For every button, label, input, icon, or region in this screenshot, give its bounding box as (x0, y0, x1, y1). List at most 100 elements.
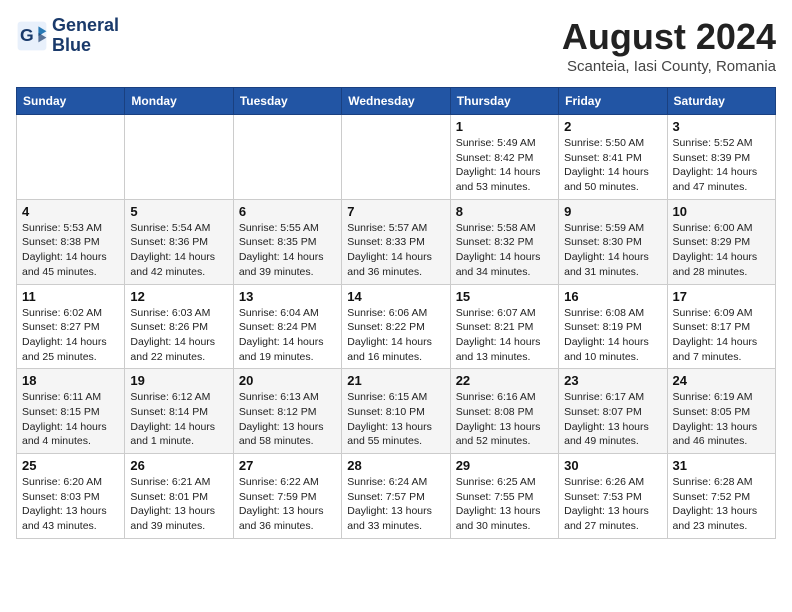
calendar-cell: 10 Sunrise: 6:00 AM Sunset: 8:29 PM Dayli… (667, 199, 775, 284)
weekday-header-thursday: Thursday (450, 88, 558, 115)
calendar-cell: 23Sunrise: 6:17 AM Sunset: 8:07 PM Dayli… (559, 369, 667, 454)
day-number: 31 (673, 458, 770, 473)
calendar-cell: 21 Sunrise: 6:15 AM Sunset: 8:10 PM Dayli… (342, 369, 450, 454)
day-info: Sunrise: 6:26 AM Sunset: 7:53 PM Dayligh… (564, 475, 661, 534)
day-info: Sunrise: 5:57 AM Sunset: 8:33 PM Dayligh… (347, 221, 444, 280)
calendar-cell: 3 Sunrise: 5:52 AM Sunset: 8:39 PM Daylig… (667, 115, 775, 200)
calendar-cell: 25Sunrise: 6:20 AM Sunset: 8:03 PM Dayli… (17, 454, 125, 539)
page-header: G General Blue August 2024 Scanteia, Ias… (16, 16, 776, 75)
day-number: 20 (239, 373, 336, 388)
calendar-cell: 31 Sunrise: 6:28 AM Sunset: 7:52 PM Dayli… (667, 454, 775, 539)
day-info: Sunrise: 6:19 AM Sunset: 8:05 PM Dayligh… (673, 390, 770, 449)
day-number: 16 (564, 289, 661, 304)
day-info: Sunrise: 5:58 AM Sunset: 8:32 PM Dayligh… (456, 221, 553, 280)
day-number: 23 (564, 373, 661, 388)
weekday-header-sunday: Sunday (17, 88, 125, 115)
svg-text:G: G (20, 25, 34, 45)
calendar-table: SundayMondayTuesdayWednesdayThursdayFrid… (16, 87, 776, 539)
calendar-cell: 17Sunrise: 6:09 AM Sunset: 8:17 PM Dayli… (667, 284, 775, 369)
day-number: 5 (130, 204, 227, 219)
day-info: Sunrise: 5:52 AM Sunset: 8:39 PM Dayligh… (673, 136, 770, 195)
day-number: 9 (564, 204, 661, 219)
calendar-cell: 4Sunrise: 5:53 AM Sunset: 8:38 PM Daylig… (17, 199, 125, 284)
calendar-cell: 28 Sunrise: 6:24 AM Sunset: 7:57 PM Dayli… (342, 454, 450, 539)
calendar-cell: 26 Sunrise: 6:21 AM Sunset: 8:01 PM Dayli… (125, 454, 233, 539)
calendar-cell: 13 Sunrise: 6:04 AM Sunset: 8:24 PM Dayli… (233, 284, 341, 369)
weekday-header-wednesday: Wednesday (342, 88, 450, 115)
day-number: 26 (130, 458, 227, 473)
day-info: Sunrise: 5:55 AM Sunset: 8:35 PM Dayligh… (239, 221, 336, 280)
calendar-cell (17, 115, 125, 200)
day-number: 30 (564, 458, 661, 473)
day-info: Sunrise: 6:28 AM Sunset: 7:52 PM Dayligh… (673, 475, 770, 534)
day-info: Sunrise: 6:13 AM Sunset: 8:12 PM Dayligh… (239, 390, 336, 449)
day-info: Sunrise: 5:59 AM Sunset: 8:30 PM Dayligh… (564, 221, 661, 280)
calendar-cell: 24 Sunrise: 6:19 AM Sunset: 8:05 PM Dayli… (667, 369, 775, 454)
day-number: 24 (673, 373, 770, 388)
weekday-header-monday: Monday (125, 88, 233, 115)
day-info: Sunrise: 6:09 AM Sunset: 8:17 PM Dayligh… (673, 306, 770, 365)
weekday-header-tuesday: Tuesday (233, 88, 341, 115)
logo-icon: G (16, 20, 48, 52)
calendar-cell (233, 115, 341, 200)
day-number: 14 (347, 289, 444, 304)
day-info: Sunrise: 6:00 AM Sunset: 8:29 PM Dayligh… (673, 221, 770, 280)
day-info: Sunrise: 5:50 AM Sunset: 8:41 PM Dayligh… (564, 136, 661, 195)
day-info: Sunrise: 6:06 AM Sunset: 8:22 PM Dayligh… (347, 306, 444, 365)
title-block: August 2024 Scanteia, Iasi County, Roman… (562, 16, 776, 75)
calendar-cell: 29 Sunrise: 6:25 AM Sunset: 7:55 PM Dayli… (450, 454, 558, 539)
calendar-cell: 7 Sunrise: 5:57 AM Sunset: 8:33 PM Daylig… (342, 199, 450, 284)
calendar-cell: 5 Sunrise: 5:54 AM Sunset: 8:36 PM Daylig… (125, 199, 233, 284)
calendar-cell: 20 Sunrise: 6:13 AM Sunset: 8:12 PM Dayli… (233, 369, 341, 454)
day-number: 29 (456, 458, 553, 473)
day-info: Sunrise: 6:03 AM Sunset: 8:26 PM Dayligh… (130, 306, 227, 365)
day-number: 2 (564, 119, 661, 134)
day-number: 6 (239, 204, 336, 219)
day-info: Sunrise: 6:22 AM Sunset: 7:59 PM Dayligh… (239, 475, 336, 534)
day-number: 11 (22, 289, 119, 304)
calendar-cell: 12 Sunrise: 6:03 AM Sunset: 8:26 PM Dayli… (125, 284, 233, 369)
calendar-cell: 22Sunrise: 6:16 AM Sunset: 8:08 PM Dayli… (450, 369, 558, 454)
day-number: 3 (673, 119, 770, 134)
day-info: Sunrise: 6:21 AM Sunset: 8:01 PM Dayligh… (130, 475, 227, 534)
day-info: Sunrise: 6:16 AM Sunset: 8:08 PM Dayligh… (456, 390, 553, 449)
day-info: Sunrise: 6:07 AM Sunset: 8:21 PM Dayligh… (456, 306, 553, 365)
calendar-cell: 30 Sunrise: 6:26 AM Sunset: 7:53 PM Dayli… (559, 454, 667, 539)
day-number: 12 (130, 289, 227, 304)
calendar-cell: 1 Sunrise: 5:49 AM Sunset: 8:42 PM Daylig… (450, 115, 558, 200)
day-info: Sunrise: 6:24 AM Sunset: 7:57 PM Dayligh… (347, 475, 444, 534)
day-number: 28 (347, 458, 444, 473)
day-info: Sunrise: 6:08 AM Sunset: 8:19 PM Dayligh… (564, 306, 661, 365)
day-number: 13 (239, 289, 336, 304)
day-number: 25 (22, 458, 119, 473)
calendar-cell (342, 115, 450, 200)
logo: G General Blue (16, 16, 119, 56)
calendar-cell: 9 Sunrise: 5:59 AM Sunset: 8:30 PM Daylig… (559, 199, 667, 284)
day-number: 1 (456, 119, 553, 134)
day-info: Sunrise: 6:02 AM Sunset: 8:27 PM Dayligh… (22, 306, 119, 365)
day-info: Sunrise: 6:04 AM Sunset: 8:24 PM Dayligh… (239, 306, 336, 365)
day-number: 21 (347, 373, 444, 388)
day-number: 4 (22, 204, 119, 219)
day-info: Sunrise: 5:49 AM Sunset: 8:42 PM Dayligh… (456, 136, 553, 195)
day-number: 7 (347, 204, 444, 219)
day-info: Sunrise: 5:54 AM Sunset: 8:36 PM Dayligh… (130, 221, 227, 280)
calendar-cell: 14 Sunrise: 6:06 AM Sunset: 8:22 PM Dayli… (342, 284, 450, 369)
calendar-cell: 15 Sunrise: 6:07 AM Sunset: 8:21 PM Dayli… (450, 284, 558, 369)
location: Scanteia, Iasi County, Romania (562, 58, 776, 75)
day-info: Sunrise: 6:12 AM Sunset: 8:14 PM Dayligh… (130, 390, 227, 449)
day-number: 27 (239, 458, 336, 473)
day-info: Sunrise: 6:11 AM Sunset: 8:15 PM Dayligh… (22, 390, 119, 449)
day-number: 10 (673, 204, 770, 219)
day-info: Sunrise: 6:25 AM Sunset: 7:55 PM Dayligh… (456, 475, 553, 534)
calendar-cell: 18 Sunrise: 6:11 AM Sunset: 8:15 PM Dayli… (17, 369, 125, 454)
calendar-cell: 16 Sunrise: 6:08 AM Sunset: 8:19 PM Dayli… (559, 284, 667, 369)
weekday-header-friday: Friday (559, 88, 667, 115)
month-title: August 2024 (562, 16, 776, 58)
calendar-cell (125, 115, 233, 200)
day-number: 8 (456, 204, 553, 219)
day-number: 18 (22, 373, 119, 388)
day-info: Sunrise: 6:15 AM Sunset: 8:10 PM Dayligh… (347, 390, 444, 449)
calendar-cell: 2 Sunrise: 5:50 AM Sunset: 8:41 PM Daylig… (559, 115, 667, 200)
day-number: 15 (456, 289, 553, 304)
